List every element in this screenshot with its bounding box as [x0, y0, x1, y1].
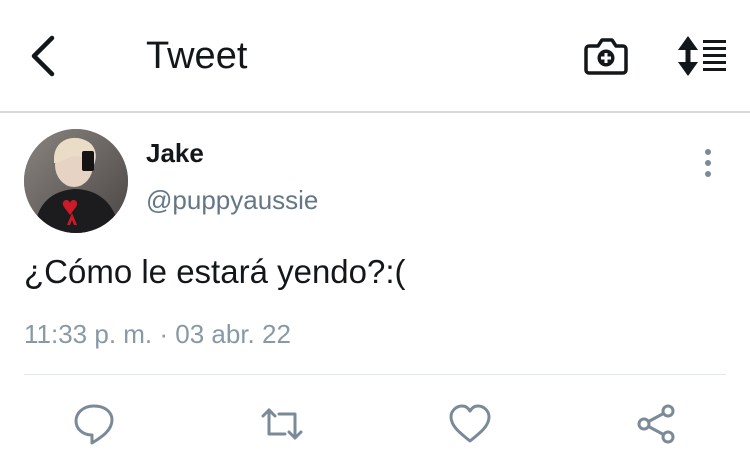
- sort-button[interactable]: [676, 34, 728, 78]
- camera-button[interactable]: [584, 34, 628, 78]
- author-handle[interactable]: @puppyaussie: [146, 184, 318, 216]
- tweet-text: ¿Cómo le estará yendo?:(: [24, 253, 406, 290]
- share-button[interactable]: [632, 400, 680, 448]
- avatar[interactable]: [24, 129, 128, 233]
- tweet-timestamp: 11:33 p. m. · 03 abr. 22: [24, 319, 291, 349]
- top-nav-bar: Tweet: [0, 0, 750, 113]
- divider: [24, 374, 726, 375]
- more-options-button[interactable]: [694, 146, 722, 180]
- retweet-button[interactable]: [258, 400, 306, 448]
- profile-photo: [24, 129, 128, 233]
- page-title: Tweet: [146, 35, 248, 77]
- camera-plus-icon: [584, 38, 628, 75]
- more-vertical-icon: [705, 149, 711, 177]
- like-button[interactable]: [446, 400, 494, 448]
- reply-button[interactable]: [70, 400, 118, 448]
- chevron-left-icon: [31, 35, 55, 77]
- author-name[interactable]: Jake: [146, 137, 204, 169]
- back-button[interactable]: [26, 34, 66, 78]
- retweet-icon: [261, 408, 303, 440]
- share-icon: [637, 404, 675, 444]
- sort-list-icon: [678, 36, 726, 76]
- comment-icon: [74, 404, 114, 445]
- heart-icon: [449, 404, 491, 443]
